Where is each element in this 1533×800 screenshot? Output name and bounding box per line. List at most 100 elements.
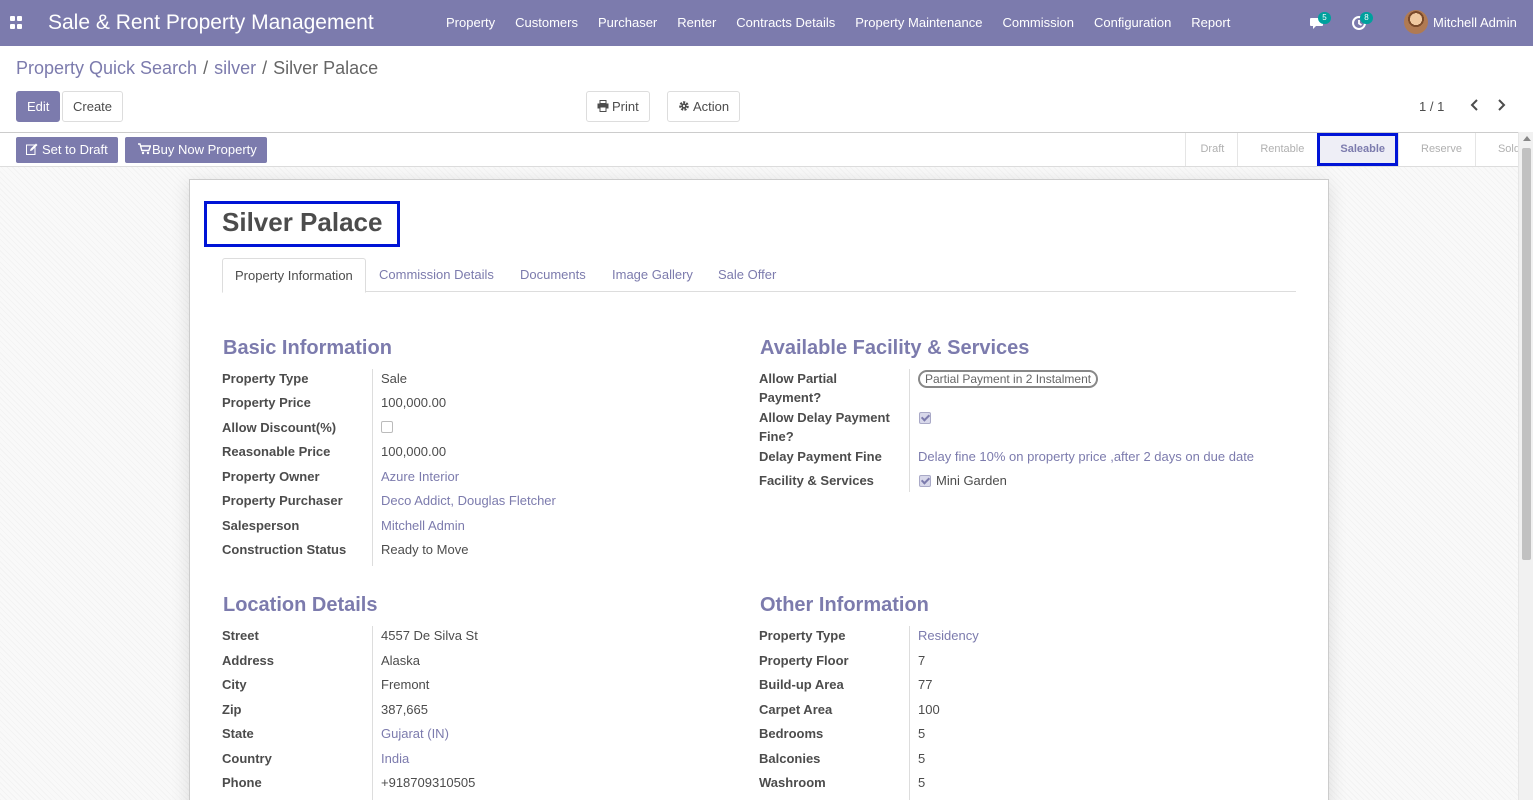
allow-discount-label: Allow Discount(%) <box>222 420 337 435</box>
reasonable-price-label: Reasonable Price <box>222 444 331 459</box>
stage-rentable[interactable]: Rentable <box>1237 133 1317 166</box>
app-brand[interactable]: Sale & Rent Property Management <box>48 11 374 35</box>
partial-payment-tag[interactable]: Partial Payment in 2 Instalment <box>918 370 1099 388</box>
address-value: Alaska <box>381 653 421 668</box>
property-purchaser-label: Property Purchaser <box>222 493 343 508</box>
bedrooms-label: Bedrooms <box>759 726 824 741</box>
country-link[interactable]: India <box>381 749 409 768</box>
property-type-value: Sale <box>381 371 408 386</box>
section-location-details: Location Details <box>223 594 378 616</box>
breadcrumb: Property Quick Search / silver / Silver Pala… <box>16 58 378 79</box>
field-divider <box>372 626 373 800</box>
scroll-thumb[interactable] <box>1522 148 1531 560</box>
property-owner-label: Property Owner <box>222 469 320 484</box>
top-navbar: Sale & Rent Property Management Property… <box>0 0 1533 46</box>
allow-partial-label-line-1: Allow Partial <box>759 371 838 386</box>
record-title: Silver Palace <box>222 207 383 237</box>
printer-icon <box>597 100 609 112</box>
print-button[interactable]: Print <box>586 91 650 122</box>
allow-partial-label-line-2: Payment? <box>759 390 822 405</box>
breadcrumb-separator: / <box>203 58 209 78</box>
stage-reserve[interactable]: Reserve <box>1398 133 1475 166</box>
set-to-draft-button[interactable]: Set to Draft <box>16 137 118 163</box>
scroll-up-arrow-icon[interactable] <box>1523 136 1531 141</box>
mini-garden-checkbox[interactable] <box>919 475 931 487</box>
build-up-area-value: 77 <box>918 677 933 692</box>
menu-item-property[interactable]: Property <box>436 0 505 46</box>
street-value: 4557 De Silva St <box>381 628 478 643</box>
pager-next[interactable] <box>1496 97 1508 115</box>
apps-menu-icon[interactable] <box>10 16 23 29</box>
state-link[interactable]: Gujarat (IN) <box>381 724 449 743</box>
activities-count-badge: 8 <box>1360 12 1373 24</box>
construction-status-value: Ready to Move <box>381 542 469 557</box>
salesperson-label: Salesperson <box>222 518 300 533</box>
messages-systray[interactable]: 5 <box>1307 12 1337 33</box>
tab-sale-offer[interactable]: Sale Offer <box>706 258 788 292</box>
set-to-draft-label: Set to Draft <box>42 142 108 157</box>
menu-item-renter[interactable]: Renter <box>667 0 726 46</box>
property-owner-link[interactable]: Azure Interior <box>381 467 459 486</box>
user-avatar[interactable] <box>1404 10 1428 34</box>
carpet-area-value: 100 <box>918 702 940 717</box>
menu-item-customers[interactable]: Customers <box>505 0 588 46</box>
create-button[interactable]: Create <box>62 91 124 122</box>
salesperson-link[interactable]: Mitchell Admin <box>381 516 465 535</box>
statusbar: Set to Draft Buy Now Property Draft Rent… <box>0 132 1533 167</box>
gear-icon <box>679 101 689 111</box>
breadcrumb-item-property-quick-search[interactable]: Property Quick Search <box>16 58 197 78</box>
menu-item-property-maintenance[interactable]: Property Maintenance <box>845 0 992 46</box>
tab-commission-details[interactable]: Commission Details <box>367 258 506 292</box>
messages-count-badge: 5 <box>1318 12 1331 24</box>
tab-image-gallery[interactable]: Image Gallery <box>600 258 705 292</box>
stage-draft[interactable]: Draft <box>1185 133 1237 166</box>
allow-discount-checkbox[interactable] <box>381 421 393 433</box>
other-property-type-link[interactable]: Residency <box>918 626 979 645</box>
balconies-label: Balconies <box>759 751 821 766</box>
action-button[interactable]: Action <box>667 91 741 122</box>
delay-payment-fine-label: Delay Payment Fine <box>759 449 882 464</box>
delay-payment-fine-link[interactable]: Delay fine 10% on property price ,after … <box>918 447 1254 466</box>
activities-systray[interactable]: 8 <box>1349 12 1379 33</box>
construction-status-label: Construction Status <box>222 542 347 557</box>
breadcrumb-item-silver[interactable]: silver <box>214 58 256 78</box>
vertical-scrollbar[interactable] <box>1518 132 1533 800</box>
field-divider <box>372 369 373 566</box>
menu-item-contracts-details[interactable]: Contracts Details <box>726 0 845 46</box>
menu-item-commission[interactable]: Commission <box>992 0 1084 46</box>
property-floor-value: 7 <box>918 653 926 668</box>
property-purchaser-link[interactable]: Deco Addict, Douglas Fletcher <box>381 491 556 510</box>
allow-delay-payment-checkbox[interactable] <box>919 412 931 424</box>
property-price-value: 100,000.00 <box>381 395 447 410</box>
build-up-area-label: Build-up Area <box>759 677 844 692</box>
buy-now-property-label: Buy Now Property <box>152 142 257 157</box>
phone-label: Phone <box>222 775 262 790</box>
tab-property-information[interactable]: Property Information <box>222 258 366 293</box>
edit-icon <box>26 143 38 155</box>
washroom-value: 5 <box>918 775 926 790</box>
reasonable-price-value: 100,000.00 <box>381 444 447 459</box>
menu-item-purchaser[interactable]: Purchaser <box>588 0 667 46</box>
edit-button[interactable]: Edit <box>16 91 61 122</box>
pager-value[interactable]: 1 / 1 <box>1419 99 1444 114</box>
property-type-label: Property Type <box>222 371 309 386</box>
stage-saleable[interactable]: Saleable <box>1317 133 1398 166</box>
pager-previous[interactable] <box>1468 97 1480 115</box>
buy-now-property-button[interactable]: Buy Now Property <box>125 137 267 163</box>
allow-delay-payment-label: Allow Delay Payment Fine? <box>759 408 890 446</box>
city-value: Fremont <box>381 677 430 692</box>
section-other-information: Other Information <box>760 594 929 616</box>
property-floor-label: Property Floor <box>759 653 849 668</box>
menu-item-report[interactable]: Report <box>1181 0 1240 46</box>
notebook-tabs: Property Information Commission Details … <box>222 258 1296 293</box>
field-divider <box>909 626 910 800</box>
phone-value: +918709310505 <box>381 775 476 790</box>
form-sheet: Silver Palace Property Information Commi… <box>189 179 1329 800</box>
cart-icon <box>138 143 152 155</box>
main-menu: Property Customers Purchaser Renter Cont… <box>436 0 1240 46</box>
user-menu[interactable]: Mitchell Admin <box>1433 15 1517 30</box>
chevron-right-icon <box>1498 99 1506 111</box>
address-label: Address <box>222 653 275 668</box>
tab-documents[interactable]: Documents <box>508 258 598 292</box>
menu-item-configuration[interactable]: Configuration <box>1084 0 1181 46</box>
